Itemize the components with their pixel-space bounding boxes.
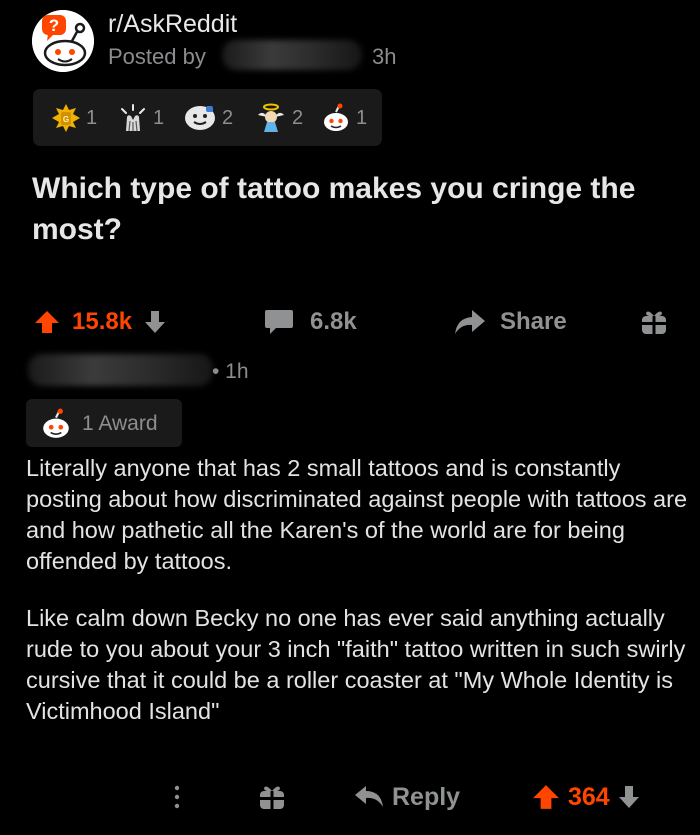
post-timestamp: 3h [372, 44, 397, 69]
redacted-commenter[interactable] [28, 354, 213, 386]
share-arrow-icon [455, 310, 485, 334]
award-count: 1 [86, 106, 98, 129]
upvote-arrow-icon[interactable] [34, 309, 60, 335]
awards-bar[interactable]: G 1 1 2 2 1 [33, 89, 382, 146]
redacted-author[interactable] [222, 40, 362, 70]
comment-timestamp: • 1h [212, 360, 249, 383]
award-item[interactable]: 1 [321, 103, 367, 133]
snoo-award-icon [324, 103, 348, 131]
comment-bubble-icon [265, 310, 293, 334]
subreddit-avatar[interactable]: ? [32, 10, 94, 72]
post-title[interactable]: Which type of tattoo makes you cringe th… [32, 168, 672, 250]
subreddit-name[interactable]: r/AskReddit [108, 10, 237, 39]
more-vertical-icon [174, 785, 180, 809]
svg-text:G: G [63, 115, 69, 124]
share-button[interactable]: Share [454, 306, 567, 338]
downvote-arrow-icon[interactable] [618, 784, 640, 810]
award-count: 2 [292, 106, 304, 129]
comment-count: 6.8k [310, 308, 357, 335]
comments-button[interactable]: 6.8k [264, 306, 357, 338]
award-item[interactable]: 1 [118, 103, 164, 133]
comment-give-award-button[interactable] [258, 780, 286, 814]
gold-award-icon: G [52, 104, 80, 132]
comment-award-chip[interactable]: 1 Award [26, 399, 182, 447]
share-label: Share [500, 308, 567, 335]
downvote-arrow-icon[interactable] [144, 310, 166, 334]
comment-paragraph: Literally anyone that has 2 small tattoo… [26, 455, 688, 574]
gift-icon [642, 311, 666, 334]
wholesome-clap-award-icon [121, 104, 145, 132]
award-count: 2 [222, 106, 234, 129]
post-vote-bar: 15.8k [34, 306, 166, 338]
comment-body: Literally anyone that has 2 small tattoo… [26, 453, 694, 753]
award-item[interactable]: G 1 [51, 103, 97, 133]
comment-score: 364 [568, 782, 610, 811]
award-count: 1 [153, 106, 165, 129]
give-award-button[interactable] [640, 306, 668, 338]
upvote-arrow-icon[interactable] [532, 783, 560, 811]
face-award-icon [185, 106, 215, 130]
reply-label: Reply [392, 782, 461, 811]
comment-vote-bar: 364 [532, 780, 640, 814]
svg-text:?: ? [49, 16, 59, 35]
award-item[interactable]: 2 [183, 103, 233, 133]
reply-button[interactable]: Reply [354, 780, 460, 814]
comment-award-label: 1 Award [82, 412, 158, 435]
post-upvote-count: 15.8k [72, 308, 133, 335]
award-count: 1 [356, 106, 368, 129]
award-item[interactable]: 2 [255, 103, 303, 133]
gift-icon [260, 786, 284, 809]
angel-award-icon [258, 103, 284, 132]
more-options-button[interactable] [170, 780, 184, 814]
comment-paragraph: Like calm down Becky no one has ever sai… [26, 605, 686, 724]
askreddit-snoo-icon: ? [32, 10, 94, 72]
snoo-award-icon [43, 408, 69, 438]
reply-arrow-icon [355, 786, 383, 807]
posted-by-label: Posted by [108, 44, 206, 69]
